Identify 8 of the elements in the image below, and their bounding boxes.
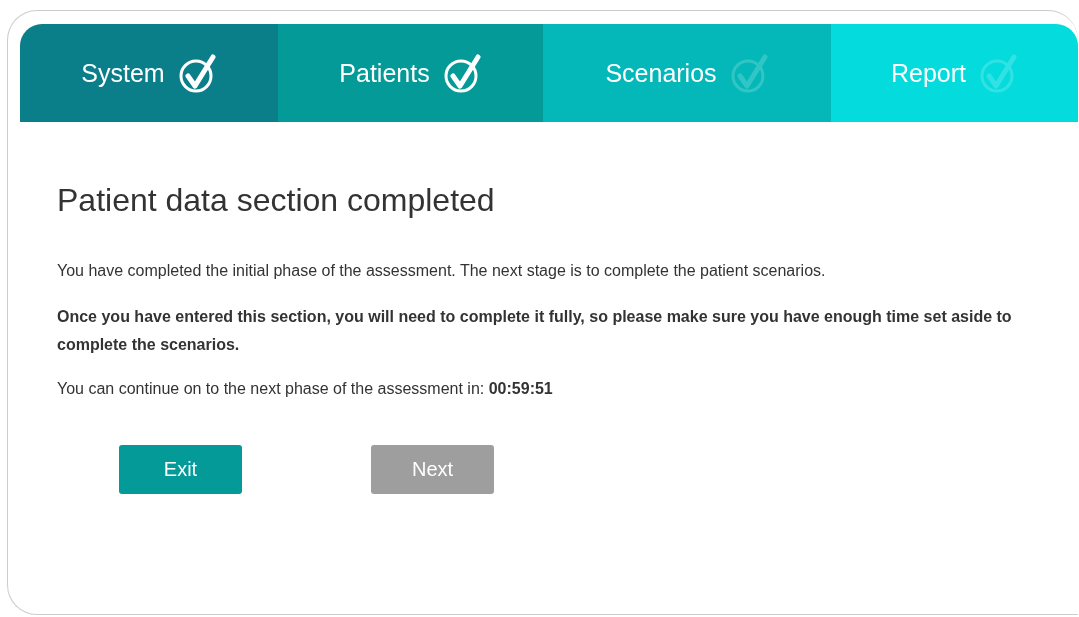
section-heading: Patient data section completed [57,182,496,219]
step-tab[interactable]: Patients [278,24,543,122]
countdown-text: You can continue on to the next phase of the assessment in: 00:59:51 [57,379,554,399]
step-tab[interactable]: System [20,24,278,122]
intro-text: You have completed the initial phase of the assessment. The next stage is to complete the patient scenarios. [57,261,827,281]
warning-text: Once you have entered this section, you will need to complete it fully, so please make sure you have enough time set aside to complete the scenarios. [57,307,1013,355]
step-tab[interactable]: Scenarios [543,24,831,122]
exit-button[interactable]: Exit [119,445,242,494]
